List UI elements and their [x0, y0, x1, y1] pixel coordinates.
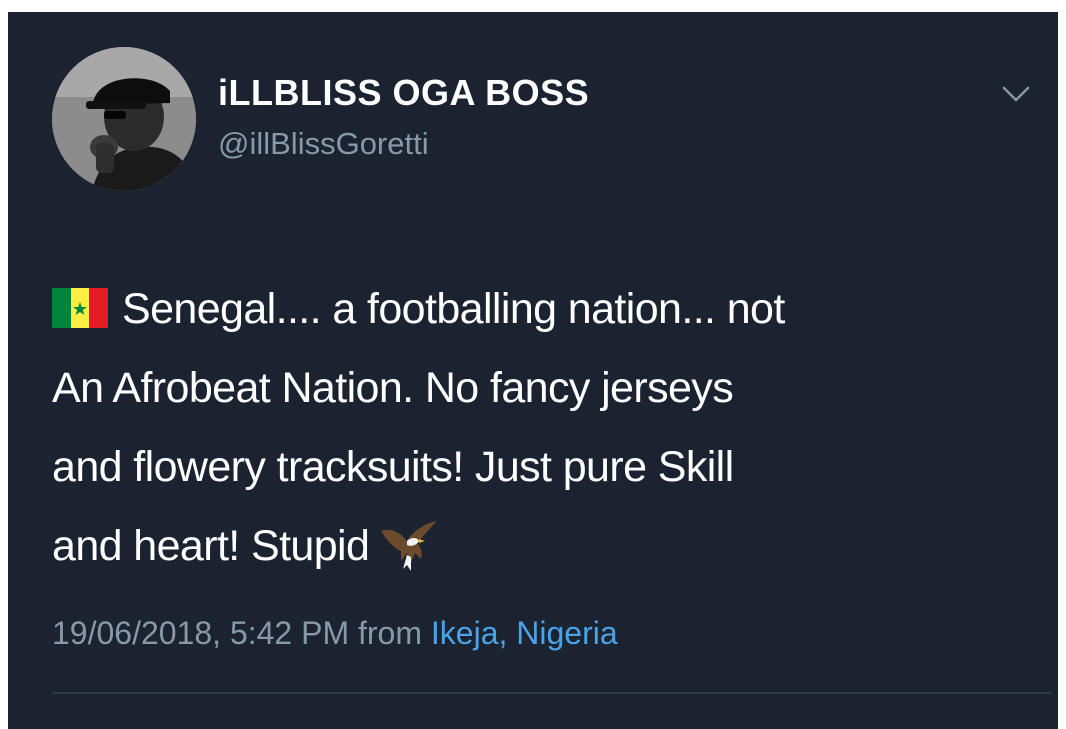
- location-link[interactable]: Ikeja, Nigeria: [431, 615, 618, 651]
- senegal-flag-icon: [52, 287, 108, 328]
- tweet-line-text: Senegal.... a footballing nation... not: [122, 285, 785, 333]
- avatar[interactable]: [52, 47, 196, 191]
- from-label: from: [358, 615, 422, 651]
- profile-photo-icon: [52, 47, 196, 191]
- eagle-icon: [381, 520, 438, 571]
- user-handle[interactable]: @illBlissGoretti: [218, 126, 429, 162]
- tweet-line: Senegal.... a footballing nation... not: [52, 270, 1042, 349]
- tweet-metadata: 19/06/2018, 5:42 PM from Ikeja, Nigeria: [52, 615, 618, 652]
- tweet-text: Senegal.... a footballing nation... not …: [52, 270, 1042, 586]
- divider: [52, 692, 1052, 694]
- timestamp[interactable]: 19/06/2018, 5:42 PM: [52, 615, 349, 651]
- tweet-line-text: and heart! Stupid: [52, 522, 370, 570]
- chevron-down-icon[interactable]: [998, 82, 1034, 106]
- tweet-line: and heart! Stupid: [52, 507, 1042, 586]
- tweet-line: and flowery tracksuits! Just pure Skill: [52, 443, 734, 491]
- display-name[interactable]: iLLBLISS OGA BOSS: [218, 72, 589, 114]
- tweet-card: iLLBLISS OGA BOSS @illBlissGoretti Seneg…: [8, 12, 1058, 729]
- tweet-line: An Afrobeat Nation. No fancy jerseys: [52, 364, 734, 412]
